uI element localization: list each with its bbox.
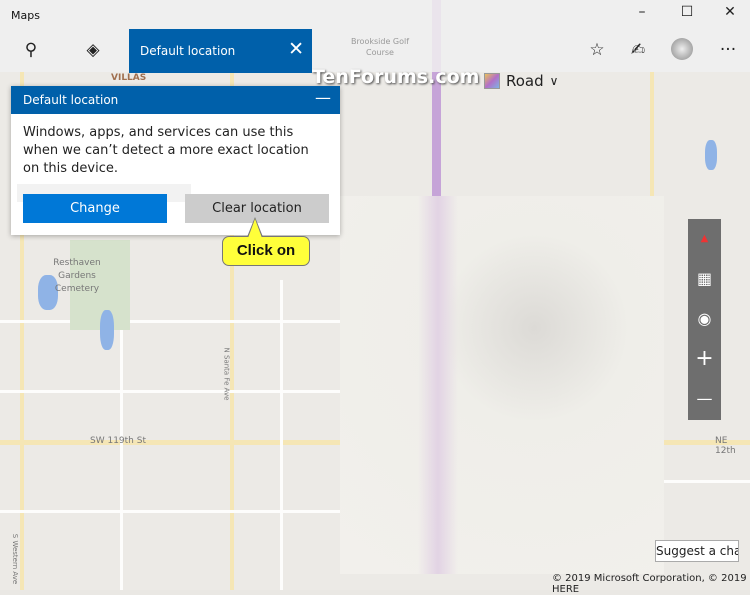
minimize-panel-button[interactable]: — bbox=[315, 88, 331, 107]
zoom-in-button[interactable]: + bbox=[688, 339, 721, 379]
tab-label: Default location bbox=[140, 44, 236, 58]
map-label-sw119: SW 119th St bbox=[90, 436, 146, 446]
map-label-villas: VILLAS bbox=[111, 73, 147, 83]
maximize-button[interactable]: ☐ bbox=[675, 4, 699, 26]
blurred-highway bbox=[418, 196, 458, 574]
panel-title: Default location bbox=[23, 93, 119, 107]
favorites-icon[interactable]: ☆ bbox=[584, 40, 610, 60]
tilt-icon[interactable]: ▦ bbox=[688, 259, 721, 299]
map-label-ne12: NE 12th bbox=[715, 436, 736, 456]
map-label-santafe: N Santa Fe Ave bbox=[222, 347, 231, 401]
directions-icon[interactable]: ◈ bbox=[80, 40, 106, 60]
map-style-label: Road bbox=[506, 72, 544, 90]
map-controls: ▲ ▦ ◉ + — bbox=[688, 219, 721, 420]
compass-icon[interactable]: ▲ bbox=[688, 219, 721, 259]
default-location-panel: Default location — Windows, apps, and se… bbox=[11, 86, 340, 235]
tab-default-location[interactable]: Default location ✕ bbox=[129, 29, 312, 73]
watermark: TenForums.com bbox=[312, 66, 480, 88]
more-button[interactable]: ··· bbox=[715, 40, 741, 60]
chevron-down-icon: ∨ bbox=[549, 74, 559, 88]
search-icon[interactable]: ⚲ bbox=[18, 40, 44, 60]
ink-icon[interactable]: ✍ bbox=[625, 40, 651, 60]
minimize-button[interactable]: – bbox=[630, 4, 654, 26]
map-label-western: S Western Ave bbox=[11, 533, 20, 585]
avatar[interactable] bbox=[671, 38, 693, 60]
map-label-cemetery: Resthaven Gardens Cemetery bbox=[53, 258, 101, 294]
zoom-out-button[interactable]: — bbox=[688, 379, 721, 419]
title-bar: Maps – ☐ ✕ bbox=[0, 0, 750, 32]
road-swatch-icon bbox=[484, 73, 500, 89]
change-button[interactable]: Change bbox=[23, 194, 167, 223]
suggest-change-button[interactable]: Suggest a change bbox=[655, 540, 739, 562]
map-style-dropdown[interactable]: Road ∨ bbox=[484, 72, 558, 90]
locate-icon[interactable]: ◉ bbox=[688, 299, 721, 339]
close-button[interactable]: ✕ bbox=[718, 4, 742, 26]
panel-header: Default location — bbox=[11, 86, 340, 114]
callout-annotation: Click on bbox=[222, 217, 310, 266]
blurred-region bbox=[340, 196, 664, 574]
map-label-golf: Brookside Golf Course bbox=[350, 37, 410, 57]
copyright: © 2019 Microsoft Corporation, © 2019 HER… bbox=[552, 573, 747, 595]
panel-description: Windows, apps, and services can use this… bbox=[23, 125, 309, 176]
close-icon[interactable]: ✕ bbox=[288, 38, 304, 60]
app-title: Maps bbox=[11, 9, 40, 22]
